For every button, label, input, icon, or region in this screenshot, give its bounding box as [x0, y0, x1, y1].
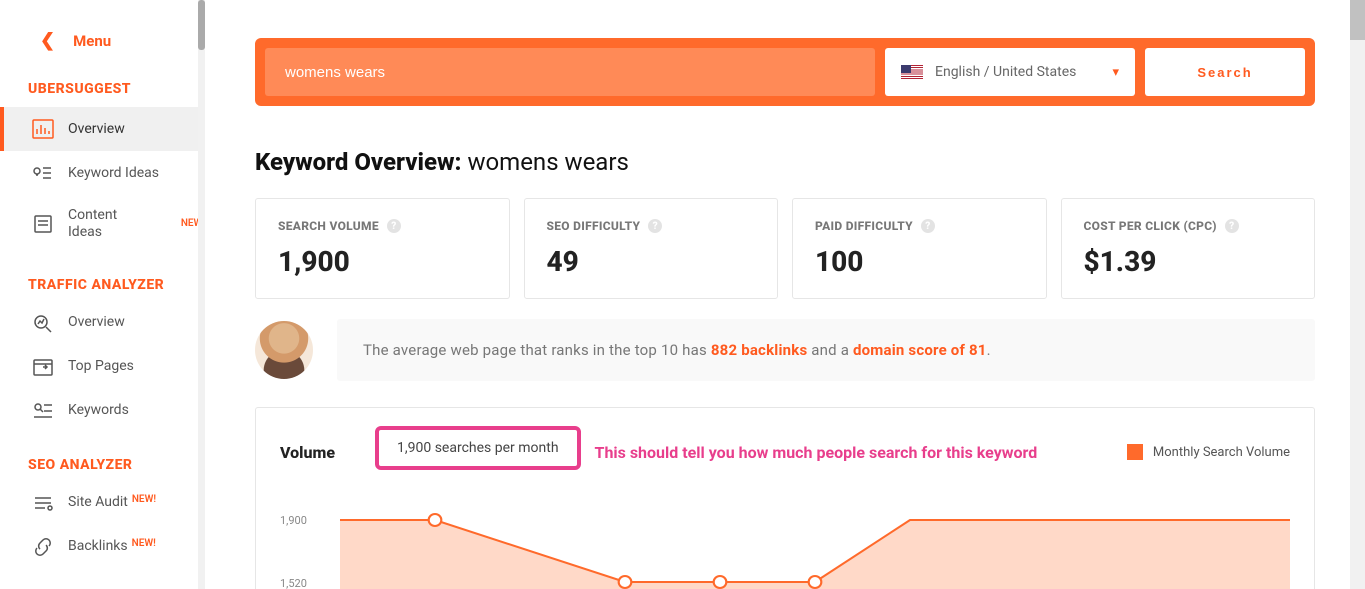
volume-chart-card: Volume 1,900 searches per month This sho…: [255, 407, 1315, 589]
sidebar-item-keywords[interactable]: Keywords: [0, 389, 205, 433]
main-content: English / United States ▾ Search Keyword…: [205, 0, 1365, 589]
tip-row: The average web page that ranks in the t…: [255, 319, 1315, 381]
tip-box: The average web page that ranks in the t…: [337, 319, 1315, 381]
avatar: [255, 321, 313, 379]
sidebar-item-top-pages[interactable]: Top Pages: [0, 345, 205, 389]
sidebar-scrollbar[interactable]: [198, 0, 205, 589]
help-icon[interactable]: ?: [921, 219, 935, 233]
y-tick: 1,520: [280, 577, 307, 589]
metric-value: 100: [815, 245, 1024, 278]
search-button[interactable]: Search: [1145, 48, 1305, 96]
legend-swatch-icon: [1127, 444, 1143, 460]
help-icon[interactable]: ?: [1225, 219, 1239, 233]
sidebar-item-label: Site AuditNEW!: [68, 494, 205, 511]
annotation-text: This should tell you how much people sea…: [595, 443, 1038, 462]
chart-title: Volume: [280, 443, 335, 462]
menu-back-button[interactable]: ❮ Menu: [0, 0, 205, 51]
brand-title: UBERSUGGEST: [0, 51, 205, 107]
tip-highlight-backlinks: 882 backlinks: [711, 341, 808, 359]
section-header-traffic: TRAFFIC ANALYZER: [0, 253, 205, 301]
help-icon[interactable]: ?: [648, 219, 662, 233]
chart-area: 1,900 1,520: [280, 492, 1290, 589]
metric-label: SEARCH VOLUME: [278, 219, 379, 233]
chart-bar-icon: [32, 119, 54, 139]
sidebar-item-content-ideas[interactable]: Content Ideas NEW!: [0, 195, 205, 253]
chevron-left-icon: ❮: [40, 30, 55, 51]
magnifier-chart-icon: [32, 313, 54, 333]
volume-line-chart: [340, 492, 1290, 589]
menu-label: Menu: [73, 32, 111, 50]
flag-us-icon: [901, 65, 923, 79]
language-label: English / United States: [935, 64, 1100, 80]
page-title: Keyword Overview: womens wears: [255, 106, 1365, 198]
volume-badge: 1,900 searches per month: [375, 426, 581, 470]
metric-card-cpc: COST PER CLICK (CPC)? $1.39: [1061, 198, 1316, 299]
audit-icon: [32, 493, 54, 513]
metric-label: COST PER CLICK (CPC): [1084, 219, 1217, 233]
sidebar-item-label: Content Ideas: [68, 207, 163, 241]
sidebar-item-keyword-ideas[interactable]: Keyword Ideas: [0, 151, 205, 195]
sidebar-item-overview[interactable]: Overview: [0, 107, 205, 151]
chart-legend: Monthly Search Volume: [1127, 444, 1290, 460]
tip-highlight-domain-score: domain score of 81: [853, 341, 987, 359]
sidebar-item-label: Overview: [68, 314, 205, 331]
metric-label: PAID DIFFICULTY: [815, 219, 913, 233]
metric-card-seo-difficulty: SEO DIFFICULTY? 49: [524, 198, 779, 299]
metric-card-paid-difficulty: PAID DIFFICULTY? 100: [792, 198, 1047, 299]
help-icon[interactable]: ?: [387, 219, 401, 233]
section-header-seo: SEO ANALYZER: [0, 433, 205, 481]
metric-value: $1.39: [1084, 245, 1293, 278]
new-badge: NEW!: [132, 538, 156, 549]
sidebar-item-label: Top Pages: [68, 358, 205, 375]
language-selector[interactable]: English / United States ▾: [885, 48, 1135, 96]
sidebar-item-label: Keyword Ideas: [68, 165, 205, 182]
sidebar-item-label: BacklinksNEW!: [68, 538, 205, 555]
bulb-list-icon: [32, 163, 54, 183]
sidebar: ❮ Menu UBERSUGGEST Overview Keyword Idea…: [0, 0, 205, 589]
document-icon: [32, 214, 54, 234]
link-icon: [32, 537, 54, 557]
sidebar-item-backlinks[interactable]: BacklinksNEW!: [0, 525, 205, 569]
search-bar: English / United States ▾ Search: [255, 38, 1315, 106]
metrics-row: SEARCH VOLUME? 1,900 SEO DIFFICULTY? 49 …: [255, 198, 1315, 299]
page-scrollbar[interactable]: [1350, 0, 1365, 589]
chevron-down-icon: ▾: [1112, 65, 1119, 80]
keyword-input[interactable]: [265, 48, 875, 96]
sidebar-item-traffic-overview[interactable]: Overview: [0, 301, 205, 345]
legend-label: Monthly Search Volume: [1153, 445, 1290, 460]
sidebar-item-label: Overview: [68, 121, 205, 138]
calendar-arrow-icon: [32, 357, 54, 377]
metric-card-search-volume: SEARCH VOLUME? 1,900: [255, 198, 510, 299]
sidebar-item-label: Keywords: [68, 402, 205, 419]
metric-value: 1,900: [278, 245, 487, 278]
list-search-icon: [32, 401, 54, 421]
y-tick: 1,900: [280, 514, 307, 527]
new-badge: NEW!: [132, 494, 156, 505]
metric-value: 49: [547, 245, 756, 278]
sidebar-item-site-audit[interactable]: Site AuditNEW!: [0, 481, 205, 525]
metric-label: SEO DIFFICULTY: [547, 219, 641, 233]
